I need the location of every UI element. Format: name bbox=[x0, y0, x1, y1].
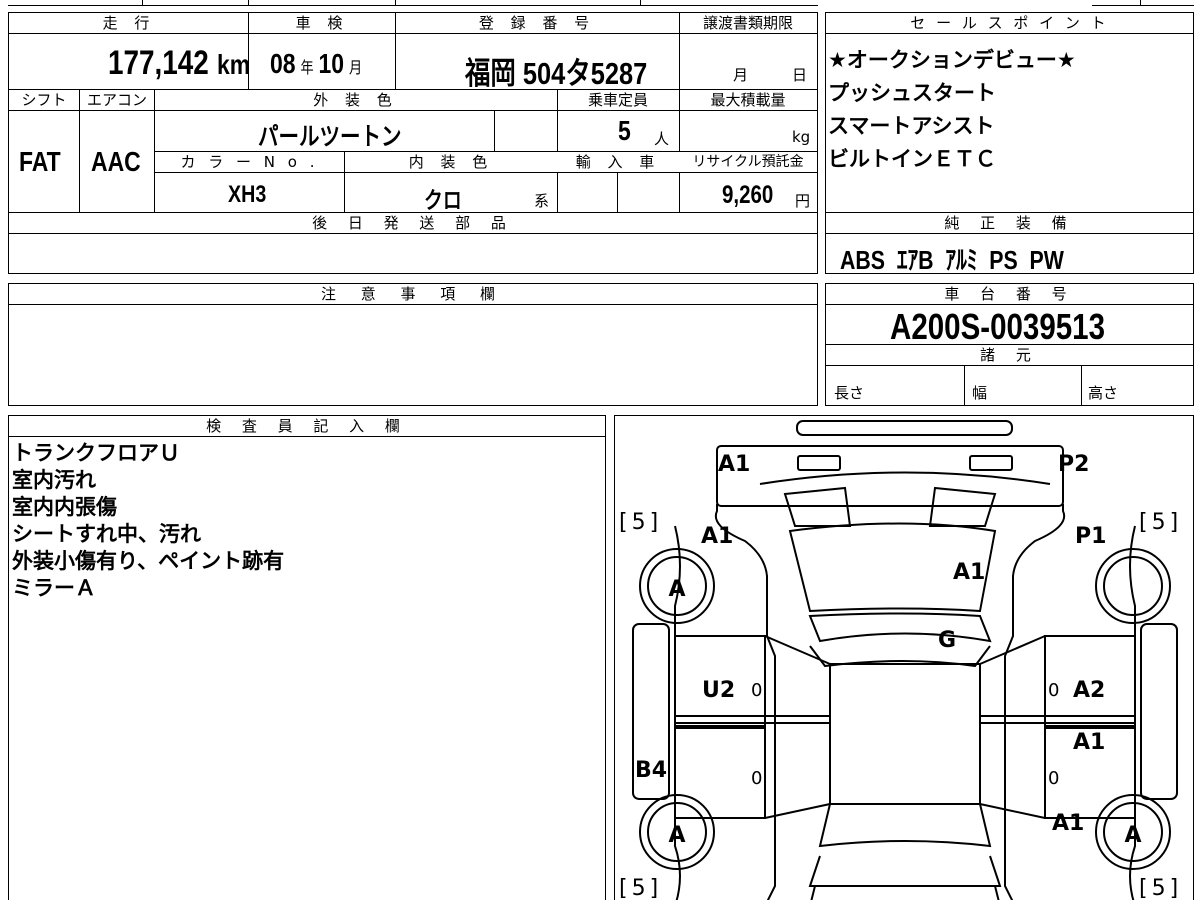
interior-label: 内 装 色 bbox=[345, 152, 557, 173]
damage-rear-right: P2 bbox=[1058, 452, 1090, 477]
vehicle-info-table bbox=[8, 12, 818, 214]
color-no-label: カ ラ ー N o . bbox=[155, 152, 344, 173]
aircon-label: エアコン bbox=[80, 90, 154, 111]
width-label: 幅 bbox=[972, 384, 988, 402]
sales-point-item: プッシュスタート bbox=[828, 81, 996, 105]
inspection-date: 08 年 10 月 bbox=[270, 48, 363, 79]
damage-rear-quarter-right: P1 bbox=[1075, 524, 1107, 549]
genuine-equipment-label: 純 正 装 備 bbox=[826, 213, 1193, 234]
inspector-note: シートすれ中、汚れ bbox=[12, 522, 201, 546]
mileage-label: 走 行 bbox=[9, 13, 249, 34]
notes-label: 注 意 事 項 欄 bbox=[9, 284, 817, 305]
aircon-value: AAC bbox=[91, 146, 141, 177]
car-diagram-section: A A A A1 P2 A1 P1 A1 G U2 A2 A1 B4 A1 0 … bbox=[614, 415, 1194, 900]
color-no-value: XH3 bbox=[228, 181, 267, 208]
inspector-label: 検 査 員 記 入 欄 bbox=[9, 416, 605, 437]
transfer-day-unit: 日 bbox=[792, 66, 808, 84]
later-parts-label: 後 日 発 送 部 品 bbox=[9, 213, 817, 234]
capacity-unit: 人 bbox=[654, 130, 670, 148]
recycle-unit: 円 bbox=[795, 192, 811, 210]
damage-rear-door-right: A2 bbox=[1073, 678, 1106, 703]
top-strip bbox=[0, 0, 1200, 6]
chassis-label: 車 台 番 号 bbox=[826, 284, 1193, 305]
mileage-value: 177,142 km bbox=[108, 44, 251, 82]
damage-front-fender-right: A1 bbox=[1052, 811, 1085, 836]
sales-points-list: ★オークションデビュー★ プッシュスタート スマートアシスト ビルトインＥＴＣ bbox=[828, 44, 1076, 176]
door-zero: 0 bbox=[1048, 680, 1060, 701]
inspector-note: 室内汚れ bbox=[12, 468, 96, 492]
registration-label: 登 録 番 号 bbox=[395, 13, 679, 34]
tread-front-right: [5] bbox=[1139, 876, 1183, 900]
chassis-number: A200S-0039513 bbox=[890, 306, 1106, 347]
inspector-note: 外装小傷有り、ペイント跡有 bbox=[12, 549, 285, 573]
length-label: 長さ bbox=[834, 384, 865, 402]
inspector-notes: トランクフロアＵ 室内汚れ 室内内張傷 シートすれ中、汚れ 外装小傷有り、ペイン… bbox=[12, 440, 284, 602]
wheel-front-left: A bbox=[668, 823, 685, 848]
wheel-front-right: A bbox=[1124, 823, 1141, 848]
tread-rear-left: [5] bbox=[619, 510, 663, 535]
sales-point-item: ビルトインＥＴＣ bbox=[828, 147, 996, 171]
sales-points-label: セ ー ル ス ポ イ ン ト bbox=[826, 13, 1193, 34]
import-label: 輸 入 車 bbox=[557, 152, 679, 173]
height-label: 高さ bbox=[1088, 384, 1119, 402]
damage-windshield: G bbox=[938, 628, 957, 653]
exterior-value: パールツートン bbox=[258, 123, 402, 151]
recycle-label: リサイクル預託金 bbox=[679, 152, 817, 173]
damage-rocker-left: B4 bbox=[635, 758, 668, 783]
sales-point-item: スマートアシスト bbox=[828, 114, 995, 138]
damage-rear-left: A1 bbox=[718, 452, 751, 477]
wheel-rear-left: A bbox=[668, 577, 685, 602]
inspector-note: トランクフロアＵ bbox=[12, 441, 180, 465]
transfer-month-unit: 月 bbox=[733, 66, 749, 84]
inspector-note: 室内内張傷 bbox=[12, 495, 117, 519]
shift-label: シフト bbox=[9, 90, 79, 111]
inspector-note: ミラーＡ bbox=[12, 576, 96, 600]
registration-value: 福岡 504タ5287 bbox=[465, 56, 648, 91]
genuine-equipment-value: ABS ｴｱB ｱﾙﾐ PS PW bbox=[840, 245, 1064, 275]
door-zero: 0 bbox=[751, 680, 763, 701]
damage-rear-quarter-left: A1 bbox=[701, 524, 734, 549]
capacity-value: 5 bbox=[618, 115, 631, 146]
tread-front-left: [5] bbox=[619, 876, 663, 900]
damage-rear-door-left: U2 bbox=[702, 678, 736, 703]
shift-value: FAT bbox=[19, 146, 61, 177]
door-zero: 0 bbox=[751, 768, 763, 789]
tread-rear-right: [5] bbox=[1139, 510, 1183, 535]
interior-value: クロ bbox=[424, 187, 462, 213]
inspection-label: 車 検 bbox=[249, 13, 395, 34]
exterior-label: 外 装 色 bbox=[154, 90, 557, 111]
damage-front-door-right: A1 bbox=[1073, 730, 1106, 755]
max-load-label: 最大積載量 bbox=[679, 90, 817, 111]
car-diagram: A A A bbox=[632, 420, 1178, 900]
sales-point-item: ★オークションデビュー★ bbox=[828, 48, 1076, 72]
specs-label: 諸 元 bbox=[826, 345, 1193, 366]
interior-suffix: 系 bbox=[534, 192, 550, 210]
max-load-unit: kg bbox=[792, 128, 811, 146]
transfer-label: 譲渡書類期限 bbox=[679, 13, 817, 34]
recycle-value: 9,260 bbox=[722, 181, 774, 209]
damage-roof: A1 bbox=[953, 560, 986, 585]
capacity-label: 乗車定員 bbox=[557, 90, 679, 111]
door-zero: 0 bbox=[1048, 768, 1060, 789]
